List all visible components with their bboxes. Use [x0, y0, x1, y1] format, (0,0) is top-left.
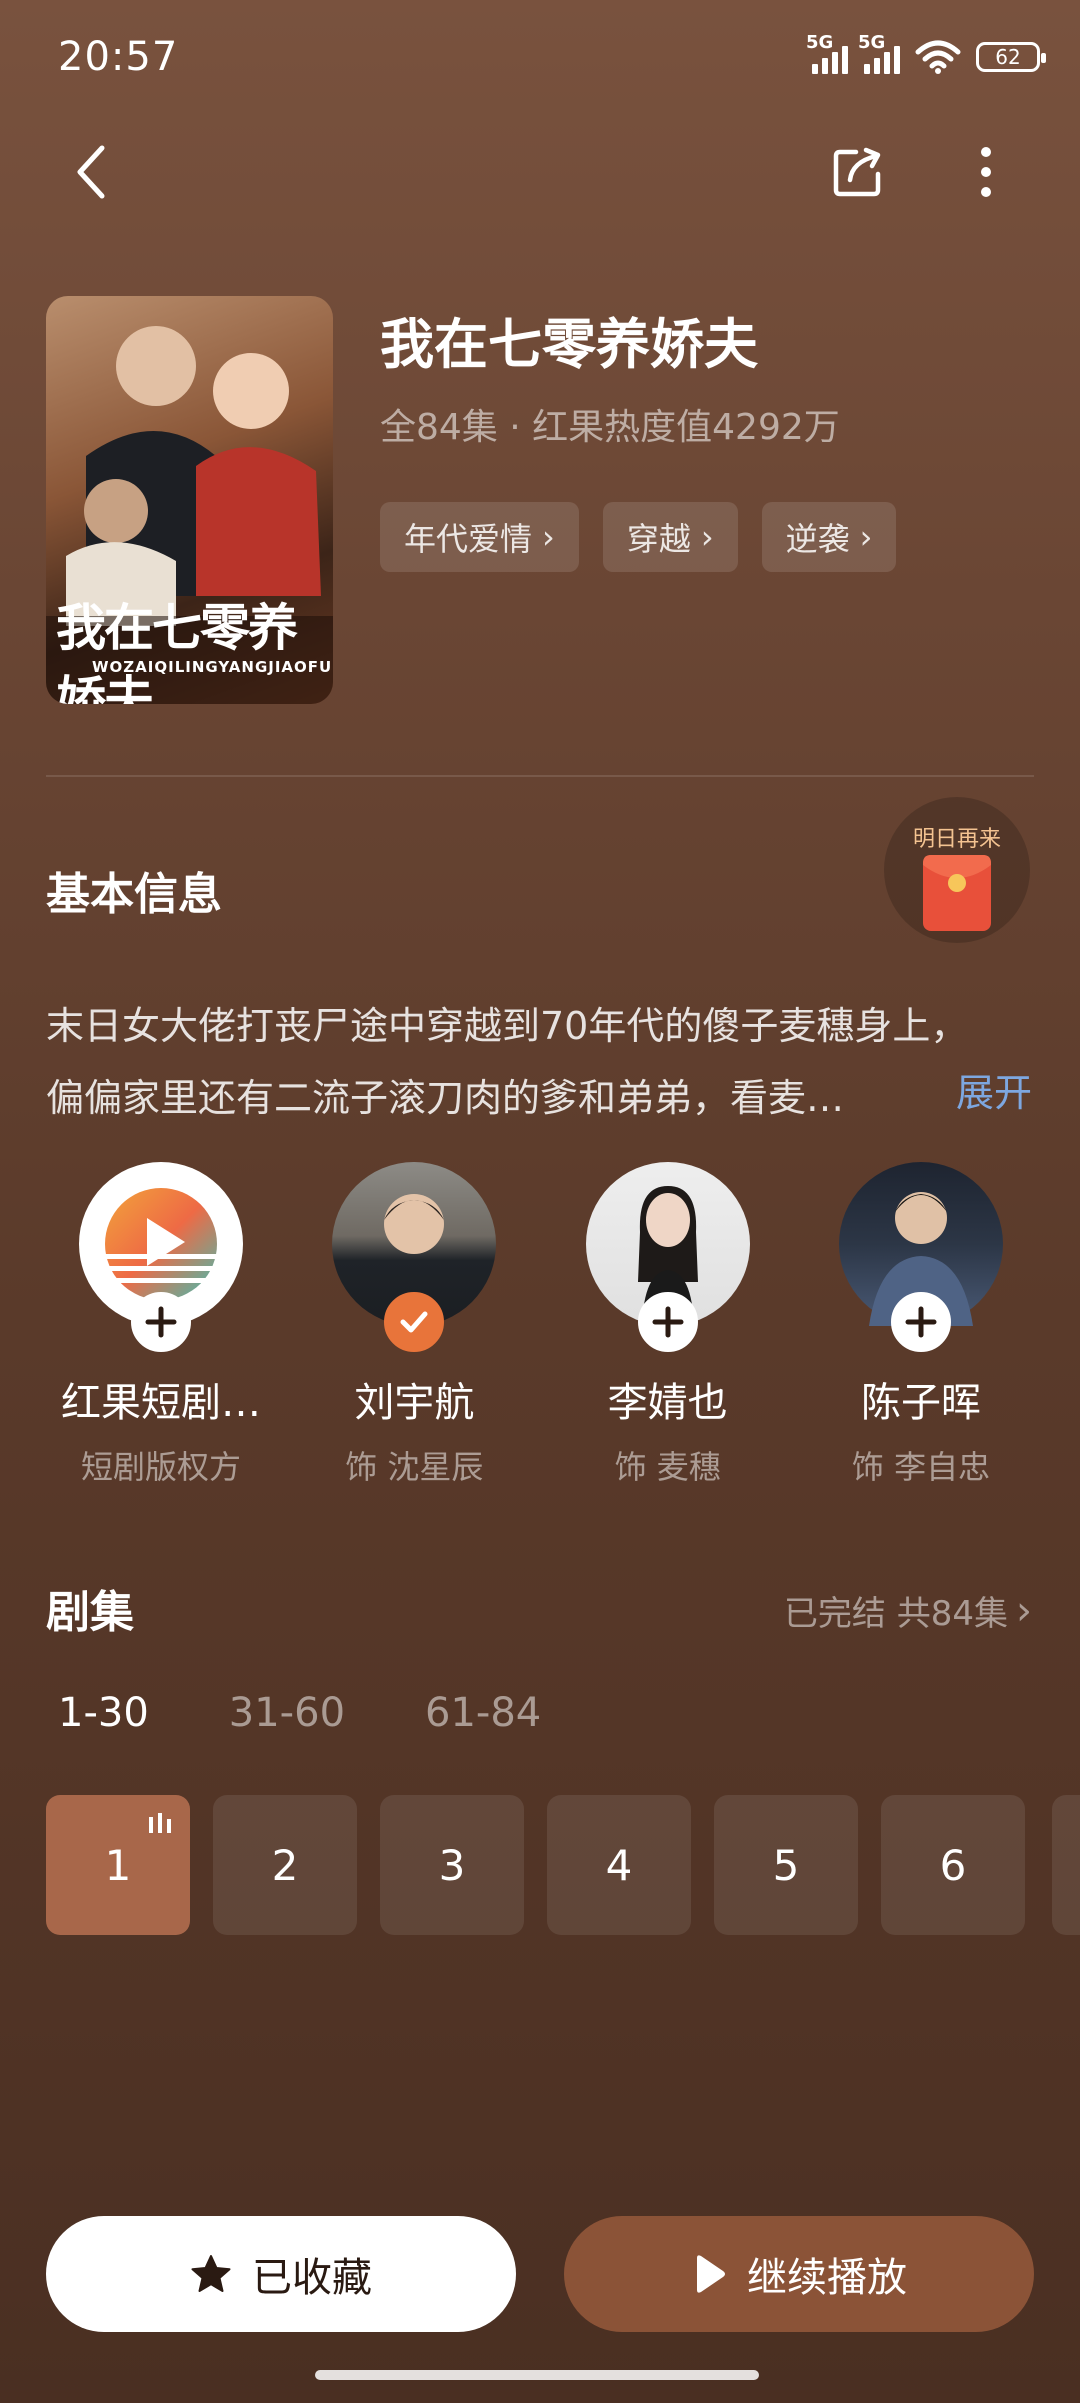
- tag-chip[interactable]: 穿越 ›: [602, 502, 738, 572]
- tag-chip[interactable]: 逆袭 ›: [761, 502, 897, 572]
- status-icons: 5G 5G 62: [806, 32, 1046, 74]
- avatar: [838, 1162, 1003, 1352]
- play-icon: [697, 2255, 725, 2293]
- cast-role: 短剧版权方: [80, 1448, 241, 1486]
- tag-chip[interactable]: 年代爱情 ›: [380, 502, 579, 572]
- drama-subtitle: 全84集 · 红果热度值4292万: [380, 407, 840, 448]
- cast-name: 刘宇航: [354, 1380, 475, 1426]
- playing-bars-icon: [149, 1813, 171, 1833]
- cast-name: 李婧也: [607, 1380, 728, 1426]
- more-button[interactable]: [956, 140, 1016, 204]
- cast-item[interactable]: 红果短剧… 短剧版权方: [46, 1162, 276, 1488]
- more-vertical-icon: [981, 147, 991, 197]
- poster-title: 我在七零养娇夫: [56, 598, 298, 704]
- avatar: [332, 1162, 497, 1352]
- share-button[interactable]: [826, 140, 890, 204]
- chevron-right-icon: ›: [700, 518, 714, 556]
- episode-button[interactable]: 3: [380, 1795, 524, 1935]
- drama-poster[interactable]: 我在七零养娇夫 WOZAIQILINGYANGJIAOFU: [46, 296, 333, 704]
- daily-reward-button[interactable]: 明日再来: [884, 797, 1030, 943]
- chevron-right-icon: ›: [859, 518, 873, 556]
- star-icon: [191, 2255, 231, 2292]
- follow-button[interactable]: [131, 1292, 191, 1352]
- episode-button[interactable]: 1: [46, 1795, 190, 1935]
- section-title-episodes: 剧集: [46, 1587, 134, 1638]
- collect-button[interactable]: 已收藏: [46, 2216, 516, 2332]
- episode-button[interactable]: 2: [213, 1795, 357, 1935]
- cast-name: 陈子晖: [860, 1380, 981, 1426]
- cast-list: 红果短剧… 短剧版权方 刘宇航 饰 沈星辰 李婧也 饰 麦穗 陈子晖 饰 李自忠: [46, 1162, 1036, 1488]
- poster-pinyin: WOZAIQILINGYANGJIAOFU: [92, 658, 333, 676]
- signal-icon: 5G: [858, 32, 900, 74]
- cast-item[interactable]: 刘宇航 饰 沈星辰: [299, 1162, 529, 1488]
- avatar: [79, 1162, 243, 1352]
- plus-icon: [145, 1306, 177, 1338]
- wifi-icon: [915, 40, 961, 74]
- episode-status-link[interactable]: 已完结 共84集 ›: [784, 1586, 1032, 1635]
- drama-title: 我在七零养娇夫: [380, 313, 758, 376]
- cast-role: 饰 沈星辰: [345, 1448, 484, 1486]
- follow-button[interactable]: [637, 1292, 698, 1352]
- tab-range-31-60[interactable]: 31-60: [229, 1690, 345, 1736]
- check-icon: [400, 1311, 428, 1333]
- cast-role: 饰 麦穗: [614, 1448, 721, 1486]
- status-time: 20:57: [58, 34, 179, 80]
- chevron-right-icon: ›: [542, 518, 555, 556]
- plus-icon: [905, 1306, 937, 1338]
- episode-button[interactable]: 4: [547, 1795, 691, 1935]
- back-arrow-icon: [77, 145, 105, 199]
- red-envelope-icon: [923, 855, 991, 931]
- follow-button[interactable]: [890, 1292, 951, 1352]
- section-title-basic-info: 基本信息: [46, 869, 222, 920]
- continue-play-button[interactable]: 继续播放: [564, 2216, 1034, 2332]
- divider: [46, 775, 1034, 777]
- cast-role: 饰 李自忠: [851, 1448, 991, 1486]
- tag-list: 年代爱情 › 穿越 › 逆袭 ›: [380, 502, 897, 572]
- cast-name: 红果短剧…: [61, 1380, 261, 1426]
- battery-icon: 62: [976, 42, 1046, 72]
- expand-button[interactable]: 展开: [956, 1062, 1032, 1117]
- back-button[interactable]: [60, 140, 124, 204]
- followed-badge[interactable]: [384, 1292, 445, 1352]
- share-icon: [833, 147, 881, 197]
- home-indicator: [315, 2370, 759, 2380]
- tab-range-1-30[interactable]: 1-30: [58, 1690, 149, 1736]
- episode-button[interactable]: 6: [881, 1795, 1025, 1935]
- tab-range-61-84[interactable]: 61-84: [425, 1690, 541, 1736]
- episode-button-partial[interactable]: [1052, 1795, 1080, 1935]
- cast-item[interactable]: 陈子晖 饰 李自忠: [806, 1162, 1036, 1488]
- cast-item[interactable]: 李婧也 饰 麦穗: [553, 1162, 783, 1488]
- drama-description: 末日女大佬打丧尸途中穿越到70年代的傻子麦穗身上， 偏偏家里还有二流子滚刀肉的爹…: [46, 1004, 969, 1120]
- plus-icon: [652, 1306, 684, 1338]
- chevron-right-icon: ›: [1016, 1587, 1032, 1634]
- avatar: [585, 1162, 750, 1352]
- episode-button[interactable]: 5: [714, 1795, 858, 1935]
- signal-icon: 5G: [806, 32, 848, 74]
- episode-range-tabs: 1-30 31-60 61-84: [58, 1690, 621, 1736]
- episode-grid: 1 2 3 4 5 6: [46, 1795, 1025, 1935]
